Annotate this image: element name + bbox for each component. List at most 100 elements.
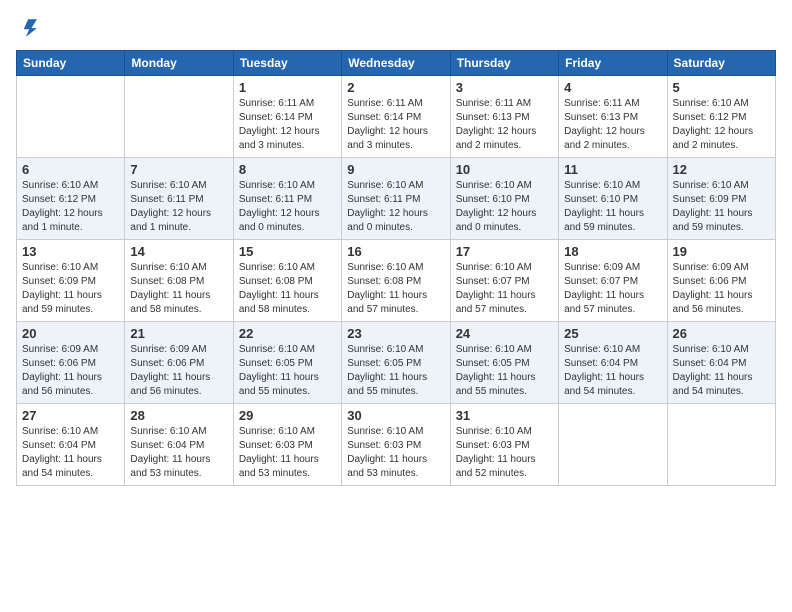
calendar-cell: 6 Sunrise: 6:10 AM Sunset: 6:12 PM Dayli… xyxy=(17,158,125,240)
calendar-cell: 20 Sunrise: 6:09 AM Sunset: 6:06 PM Dayl… xyxy=(17,322,125,404)
calendar-cell: 29 Sunrise: 6:10 AM Sunset: 6:03 PM Dayl… xyxy=(233,404,341,486)
calendar-cell xyxy=(125,76,233,158)
calendar-cell: 25 Sunrise: 6:10 AM Sunset: 6:04 PM Dayl… xyxy=(559,322,667,404)
day-number: 9 xyxy=(347,162,444,177)
day-info: Sunrise: 6:10 AM Sunset: 6:09 PM Dayligh… xyxy=(22,261,119,317)
day-info: Sunrise: 6:10 AM Sunset: 6:03 PM Dayligh… xyxy=(456,425,553,481)
weekday-header-tuesday: Tuesday xyxy=(233,51,341,76)
day-number: 31 xyxy=(456,408,553,423)
calendar-cell: 23 Sunrise: 6:10 AM Sunset: 6:05 PM Dayl… xyxy=(342,322,450,404)
calendar-cell: 30 Sunrise: 6:10 AM Sunset: 6:03 PM Dayl… xyxy=(342,404,450,486)
day-info: Sunrise: 6:10 AM Sunset: 6:08 PM Dayligh… xyxy=(239,261,336,317)
weekday-header-friday: Friday xyxy=(559,51,667,76)
day-number: 20 xyxy=(22,326,119,341)
calendar-cell: 5 Sunrise: 6:10 AM Sunset: 6:12 PM Dayli… xyxy=(667,76,775,158)
calendar-cell: 15 Sunrise: 6:10 AM Sunset: 6:08 PM Dayl… xyxy=(233,240,341,322)
day-number: 18 xyxy=(564,244,661,259)
calendar-cell: 12 Sunrise: 6:10 AM Sunset: 6:09 PM Dayl… xyxy=(667,158,775,240)
day-number: 25 xyxy=(564,326,661,341)
day-number: 11 xyxy=(564,162,661,177)
page-header xyxy=(16,16,776,38)
weekday-header-sunday: Sunday xyxy=(17,51,125,76)
calendar-cell xyxy=(17,76,125,158)
calendar-cell: 28 Sunrise: 6:10 AM Sunset: 6:04 PM Dayl… xyxy=(125,404,233,486)
day-number: 23 xyxy=(347,326,444,341)
calendar-cell: 7 Sunrise: 6:10 AM Sunset: 6:11 PM Dayli… xyxy=(125,158,233,240)
day-info: Sunrise: 6:10 AM Sunset: 6:07 PM Dayligh… xyxy=(456,261,553,317)
calendar-cell: 24 Sunrise: 6:10 AM Sunset: 6:05 PM Dayl… xyxy=(450,322,558,404)
calendar-cell: 1 Sunrise: 6:11 AM Sunset: 6:14 PM Dayli… xyxy=(233,76,341,158)
day-number: 26 xyxy=(673,326,770,341)
calendar-cell: 4 Sunrise: 6:11 AM Sunset: 6:13 PM Dayli… xyxy=(559,76,667,158)
day-number: 21 xyxy=(130,326,227,341)
day-info: Sunrise: 6:10 AM Sunset: 6:05 PM Dayligh… xyxy=(456,343,553,399)
day-number: 29 xyxy=(239,408,336,423)
day-number: 16 xyxy=(347,244,444,259)
day-info: Sunrise: 6:10 AM Sunset: 6:04 PM Dayligh… xyxy=(564,343,661,399)
day-info: Sunrise: 6:09 AM Sunset: 6:06 PM Dayligh… xyxy=(130,343,227,399)
calendar-cell: 31 Sunrise: 6:10 AM Sunset: 6:03 PM Dayl… xyxy=(450,404,558,486)
day-info: Sunrise: 6:10 AM Sunset: 6:03 PM Dayligh… xyxy=(347,425,444,481)
day-info: Sunrise: 6:10 AM Sunset: 6:11 PM Dayligh… xyxy=(130,179,227,235)
calendar-cell xyxy=(559,404,667,486)
day-info: Sunrise: 6:10 AM Sunset: 6:08 PM Dayligh… xyxy=(130,261,227,317)
day-info: Sunrise: 6:10 AM Sunset: 6:11 PM Dayligh… xyxy=(347,179,444,235)
logo xyxy=(16,16,42,38)
calendar-cell: 21 Sunrise: 6:09 AM Sunset: 6:06 PM Dayl… xyxy=(125,322,233,404)
day-info: Sunrise: 6:10 AM Sunset: 6:03 PM Dayligh… xyxy=(239,425,336,481)
day-number: 27 xyxy=(22,408,119,423)
day-number: 7 xyxy=(130,162,227,177)
day-info: Sunrise: 6:11 AM Sunset: 6:14 PM Dayligh… xyxy=(347,97,444,153)
day-number: 14 xyxy=(130,244,227,259)
day-number: 30 xyxy=(347,408,444,423)
day-number: 22 xyxy=(239,326,336,341)
day-info: Sunrise: 6:10 AM Sunset: 6:08 PM Dayligh… xyxy=(347,261,444,317)
calendar-table: SundayMondayTuesdayWednesdayThursdayFrid… xyxy=(16,50,776,486)
calendar-cell: 27 Sunrise: 6:10 AM Sunset: 6:04 PM Dayl… xyxy=(17,404,125,486)
day-number: 2 xyxy=(347,80,444,95)
day-info: Sunrise: 6:10 AM Sunset: 6:05 PM Dayligh… xyxy=(347,343,444,399)
calendar-cell: 9 Sunrise: 6:10 AM Sunset: 6:11 PM Dayli… xyxy=(342,158,450,240)
logo-icon xyxy=(16,16,38,38)
day-info: Sunrise: 6:09 AM Sunset: 6:06 PM Dayligh… xyxy=(673,261,770,317)
day-info: Sunrise: 6:10 AM Sunset: 6:04 PM Dayligh… xyxy=(22,425,119,481)
day-info: Sunrise: 6:10 AM Sunset: 6:10 PM Dayligh… xyxy=(456,179,553,235)
weekday-header-monday: Monday xyxy=(125,51,233,76)
day-info: Sunrise: 6:09 AM Sunset: 6:07 PM Dayligh… xyxy=(564,261,661,317)
day-number: 10 xyxy=(456,162,553,177)
day-number: 17 xyxy=(456,244,553,259)
calendar-cell: 10 Sunrise: 6:10 AM Sunset: 6:10 PM Dayl… xyxy=(450,158,558,240)
day-number: 3 xyxy=(456,80,553,95)
calendar-cell: 18 Sunrise: 6:09 AM Sunset: 6:07 PM Dayl… xyxy=(559,240,667,322)
calendar-cell: 22 Sunrise: 6:10 AM Sunset: 6:05 PM Dayl… xyxy=(233,322,341,404)
day-info: Sunrise: 6:10 AM Sunset: 6:12 PM Dayligh… xyxy=(22,179,119,235)
day-info: Sunrise: 6:10 AM Sunset: 6:04 PM Dayligh… xyxy=(130,425,227,481)
calendar-cell xyxy=(667,404,775,486)
day-info: Sunrise: 6:10 AM Sunset: 6:09 PM Dayligh… xyxy=(673,179,770,235)
calendar-cell: 26 Sunrise: 6:10 AM Sunset: 6:04 PM Dayl… xyxy=(667,322,775,404)
weekday-header-saturday: Saturday xyxy=(667,51,775,76)
calendar-cell: 11 Sunrise: 6:10 AM Sunset: 6:10 PM Dayl… xyxy=(559,158,667,240)
weekday-header-wednesday: Wednesday xyxy=(342,51,450,76)
calendar-cell: 13 Sunrise: 6:10 AM Sunset: 6:09 PM Dayl… xyxy=(17,240,125,322)
day-number: 12 xyxy=(673,162,770,177)
calendar-cell: 8 Sunrise: 6:10 AM Sunset: 6:11 PM Dayli… xyxy=(233,158,341,240)
day-number: 13 xyxy=(22,244,119,259)
day-info: Sunrise: 6:11 AM Sunset: 6:14 PM Dayligh… xyxy=(239,97,336,153)
day-info: Sunrise: 6:09 AM Sunset: 6:06 PM Dayligh… xyxy=(22,343,119,399)
day-number: 19 xyxy=(673,244,770,259)
day-info: Sunrise: 6:11 AM Sunset: 6:13 PM Dayligh… xyxy=(564,97,661,153)
calendar-cell: 17 Sunrise: 6:10 AM Sunset: 6:07 PM Dayl… xyxy=(450,240,558,322)
day-number: 28 xyxy=(130,408,227,423)
calendar-cell: 16 Sunrise: 6:10 AM Sunset: 6:08 PM Dayl… xyxy=(342,240,450,322)
day-info: Sunrise: 6:10 AM Sunset: 6:11 PM Dayligh… xyxy=(239,179,336,235)
day-number: 5 xyxy=(673,80,770,95)
day-number: 6 xyxy=(22,162,119,177)
weekday-header-thursday: Thursday xyxy=(450,51,558,76)
calendar-cell: 14 Sunrise: 6:10 AM Sunset: 6:08 PM Dayl… xyxy=(125,240,233,322)
day-number: 1 xyxy=(239,80,336,95)
day-number: 8 xyxy=(239,162,336,177)
calendar-cell: 19 Sunrise: 6:09 AM Sunset: 6:06 PM Dayl… xyxy=(667,240,775,322)
day-info: Sunrise: 6:11 AM Sunset: 6:13 PM Dayligh… xyxy=(456,97,553,153)
calendar-cell: 2 Sunrise: 6:11 AM Sunset: 6:14 PM Dayli… xyxy=(342,76,450,158)
